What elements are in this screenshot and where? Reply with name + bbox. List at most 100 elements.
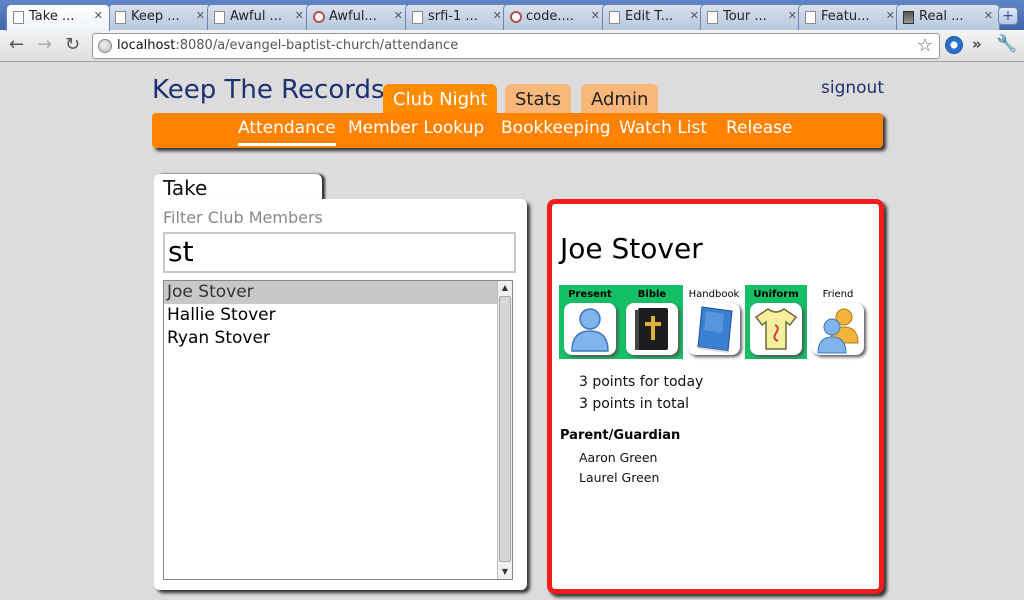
- browser-tab-label: Awful...: [329, 9, 377, 24]
- page-icon: [115, 11, 126, 24]
- badge-present[interactable]: Present: [559, 285, 621, 359]
- new-tab-button[interactable]: +: [998, 7, 1018, 25]
- list-item[interactable]: Joe Stover: [164, 281, 497, 304]
- filter-label: Filter Club Members: [163, 208, 323, 227]
- subnav-release[interactable]: Release: [726, 118, 792, 138]
- browser-tabstrip: Take ... ✕ Keep ... ✕ Awful ... ✕ Awful.…: [0, 0, 1024, 31]
- tab-club-night[interactable]: Club Night: [383, 84, 498, 114]
- sub-navigation: Attendance Member Lookup Bookkeeping Wat…: [152, 113, 883, 148]
- person-icon: [564, 303, 616, 355]
- badge-label: Friend: [822, 289, 854, 300]
- page-icon: [13, 11, 24, 24]
- close-icon[interactable]: ✕: [394, 9, 403, 22]
- scrollbar[interactable]: ▲ ▼: [497, 281, 512, 579]
- browser-tab-label: Edit T...: [625, 9, 674, 24]
- extension-icon[interactable]: [945, 36, 963, 54]
- badge-label: Present: [568, 289, 612, 300]
- badge-handbook[interactable]: Handbook: [683, 285, 745, 359]
- reload-icon[interactable]: ↻: [65, 35, 80, 55]
- panel-title: Take Attendance: [154, 174, 322, 224]
- close-icon[interactable]: ✕: [788, 9, 797, 22]
- url-path: :8080/a/evangel-baptist-church/attendanc…: [175, 38, 459, 53]
- site-icon: [313, 11, 325, 23]
- close-icon[interactable]: ✕: [493, 9, 502, 22]
- globe-icon: [98, 39, 112, 53]
- guardian-name: Laurel Green: [579, 470, 660, 485]
- member-detail-panel: Joe Stover Present Bible Handbook Unifor…: [547, 199, 884, 594]
- badge-row: Present Bible Handbook Uniform Friend: [559, 285, 869, 365]
- browser-tab[interactable]: Real ... ✕: [896, 4, 1000, 30]
- browser-tab[interactable]: Tour ... ✕: [700, 4, 804, 30]
- handbook-icon: [688, 303, 740, 355]
- browser-tab-label: Keep ...: [131, 9, 180, 24]
- uniform-icon: [750, 303, 802, 355]
- badge-label: Bible: [637, 289, 667, 300]
- badge-label: Uniform: [753, 289, 799, 300]
- address-bar[interactable]: localhost:8080/a/evangel-baptist-church/…: [92, 33, 940, 59]
- browser-tab[interactable]: Awful ... ✕: [207, 4, 311, 30]
- browser-tab-label: Tour ...: [723, 9, 767, 24]
- signout-link[interactable]: signout: [821, 78, 884, 98]
- subnav-attendance[interactable]: Attendance: [238, 118, 336, 146]
- scroll-thumb[interactable]: [499, 296, 511, 562]
- badge-uniform[interactable]: Uniform: [745, 285, 807, 359]
- take-attendance-panel: Filter Club Members st Joe Stover Hallie…: [154, 199, 527, 590]
- page-icon: [214, 11, 225, 24]
- close-icon[interactable]: ✕: [591, 9, 600, 22]
- badge-label: Handbook: [688, 289, 740, 300]
- browser-tab-label: Awful ...: [230, 9, 282, 24]
- badge-bible[interactable]: Bible: [621, 285, 683, 359]
- wrench-icon[interactable]: 🔧: [996, 34, 1017, 54]
- forward-icon[interactable]: →: [37, 35, 52, 55]
- close-icon[interactable]: ✕: [94, 9, 103, 22]
- browser-tab[interactable]: Edit T... ✕: [602, 4, 706, 30]
- tab-stats[interactable]: Stats: [505, 84, 571, 114]
- browser-tab-label: code....: [526, 9, 574, 24]
- list-item[interactable]: Hallie Stover: [164, 304, 497, 327]
- guardian-heading: Parent/Guardian: [560, 428, 681, 443]
- points-total: 3 points in total: [579, 396, 690, 412]
- subnav-bookkeeping[interactable]: Bookkeeping: [501, 118, 611, 138]
- bookmark-star-icon[interactable]: ☆: [917, 35, 933, 56]
- badge-friend[interactable]: Friend: [807, 285, 869, 359]
- member-name: Joe Stover: [560, 232, 703, 265]
- bible-icon: [626, 303, 678, 355]
- close-icon[interactable]: ✕: [196, 9, 205, 22]
- close-icon[interactable]: ✕: [984, 9, 993, 22]
- filter-input[interactable]: st: [163, 232, 516, 273]
- close-icon[interactable]: ✕: [886, 9, 895, 22]
- overflow-chevron-icon[interactable]: »: [972, 35, 982, 53]
- list-item[interactable]: Ryan Stover: [164, 327, 497, 350]
- browser-tab[interactable]: srfi-1 ... ✕: [405, 4, 509, 30]
- browser-toolbar: ← → ↻ localhost:8080/a/evangel-baptist-c…: [0, 30, 1024, 62]
- browser-tab[interactable]: Keep ... ✕: [108, 4, 212, 30]
- browser-tab-label: Featu...: [821, 9, 870, 24]
- browser-tab-label: Real ...: [919, 9, 964, 24]
- browser-tab[interactable]: Featu... ✕: [798, 4, 902, 30]
- page-icon: [609, 11, 620, 24]
- browser-tab[interactable]: Take ... ✕: [6, 4, 110, 31]
- scroll-up-icon[interactable]: ▲: [498, 281, 512, 295]
- subnav-member-lookup[interactable]: Member Lookup: [348, 118, 484, 138]
- scroll-down-icon[interactable]: ▼: [498, 565, 512, 579]
- member-list: Joe Stover Hallie Stover Ryan Stover ▲ ▼: [163, 280, 513, 580]
- page-icon: [707, 11, 718, 24]
- points-today: 3 points for today: [579, 374, 704, 390]
- tab-admin[interactable]: Admin: [581, 84, 659, 114]
- friends-icon: [812, 303, 864, 355]
- browser-tab[interactable]: code.... ✕: [503, 4, 607, 30]
- subnav-watch-list[interactable]: Watch List: [619, 118, 707, 138]
- back-icon[interactable]: ←: [9, 35, 24, 55]
- browser-tab[interactable]: Awful... ✕: [306, 4, 410, 30]
- guardian-name: Aaron Green: [579, 450, 658, 465]
- site-icon: [510, 11, 522, 23]
- avatar-icon: [903, 11, 914, 24]
- close-icon[interactable]: ✕: [690, 9, 699, 22]
- close-icon[interactable]: ✕: [295, 9, 304, 22]
- page-icon: [805, 11, 816, 24]
- url-host: localhost: [117, 38, 176, 53]
- browser-tab-label: srfi-1 ...: [428, 9, 478, 24]
- app-title: Keep The Records: [152, 75, 385, 105]
- browser-tab-label: Take ...: [29, 9, 75, 24]
- page-icon: [412, 11, 423, 24]
